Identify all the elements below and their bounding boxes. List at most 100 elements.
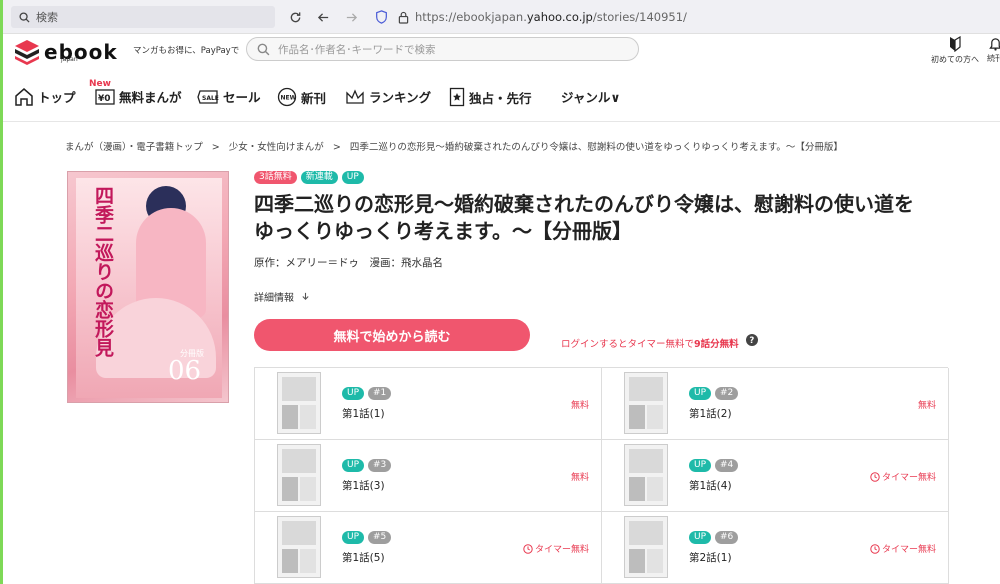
episode-item[interactable]: UP #2 第1話(2) 無料 [602,368,949,440]
site-header: ebook japan マンガもお得に、PayPayで 作品名･作者名･キーワー… [3,34,1000,74]
site-search-input[interactable]: 作品名･作者名･キーワードで検索 [246,37,639,61]
episode-up-badge: UP [342,531,365,544]
episode-tags: UP #4 [689,459,739,472]
episode-number-badge: #6 [715,531,739,544]
episode-thumbnail [624,372,668,434]
episode-up-badge: UP [689,459,712,472]
episode-up-badge: UP [689,387,712,400]
login-timer-note[interactable]: ログインするとタイマー無料で9話分無料 [561,336,739,350]
beginner-label: 初めての方へ [931,55,979,64]
nav-ranking[interactable]: ランキング [345,87,431,106]
episode-price-label: タイマー無料 [881,545,936,555]
episode-price-label: タイマー無料 [881,473,936,483]
login-note-text: ログインするとタイマー無料で [561,339,695,350]
url-domain: yahoo.co.jp [526,10,593,24]
episode-price: 無料 [571,470,589,483]
read-from-start-button[interactable]: 無料で始めから読む [254,319,530,351]
svg-text:NEW: NEW [281,95,297,102]
episode-up-badge: UP [689,531,712,544]
search-icon [257,43,270,55]
detail-info-toggle[interactable]: 詳細情報 [254,289,310,304]
episode-tags: UP #6 [689,531,739,544]
episode-tags: UP #3 [342,459,392,472]
episode-thumbnail [624,516,668,578]
lock-icon[interactable] [395,9,411,25]
reload-icon[interactable] [287,9,303,25]
home-icon [15,88,33,106]
url-bar[interactable]: https://ebookjapan.yahoo.co.jp/stories/1… [415,10,687,24]
back-arrow-icon[interactable] [315,9,331,25]
episode-thumbnail [277,372,321,434]
breadcrumb-category[interactable]: 少女・女性向けまんが [229,142,324,153]
svg-text:¥0: ¥0 [98,94,111,104]
nav-new-releases[interactable]: NEW 新刊 [277,87,326,107]
episode-number-badge: #1 [368,387,392,400]
main-nav: New トップ ¥0 無料まんが SALE セール NEW 新刊 ランキング 独… [3,74,1000,122]
episode-tags: UP #1 [342,387,392,400]
episode-label: 第1話(1) [342,408,385,420]
book-title-line1: 四季二巡りの恋形見～婚約破棄されたのんびり令嬢は、慰謝料の使い道を [254,192,914,216]
episode-price: タイマー無料 [523,542,589,555]
nav-exclusive[interactable]: 独占・先行 [449,87,532,107]
episode-tags: UP #2 [689,387,739,400]
book-title: 四季二巡りの恋形見～婚約破棄されたのんびり令嬢は、慰謝料の使い道を ゆっくりゆっ… [254,191,954,245]
svg-text:SALE: SALE [202,95,219,102]
episode-price-label: 無料 [917,401,936,411]
forward-arrow-icon[interactable] [343,9,359,25]
episode-item[interactable]: UP #1 第1話(1) 無料 [255,368,602,440]
help-icon[interactable]: ? [746,334,758,346]
nav-sale-label: セール [223,90,261,105]
breadcrumb-home[interactable]: まんが（漫画）・電子書籍トップ [65,142,203,153]
episode-label: 第1話(3) [342,480,385,492]
books-logo-icon [15,40,39,65]
badge-row: 3話無料 新連載 UP [254,171,364,184]
episode-number-badge: #3 [368,459,392,472]
logo-subtext: japan [61,56,78,63]
episode-up-badge: UP [342,459,365,472]
bell-icon [988,38,1000,51]
bookmark-star-icon [449,87,465,107]
nav-genre[interactable]: ジャンル∨ [561,87,621,106]
episode-label: 第1話(2) [689,408,732,420]
continue-button[interactable]: 続刊 [987,36,1000,64]
nav-sale[interactable]: SALE セール [197,87,261,106]
episode-thumbnail [277,444,321,506]
episode-item[interactable]: UP #3 第1話(3) 無料 [255,440,602,512]
episode-thumbnail [624,444,668,506]
page: 検索 https://ebookjapan.yahoo.co.jp/storie… [0,0,1000,584]
yen-zero-icon: ¥0 [95,88,115,105]
crown-icon [346,88,364,104]
continue-label: 続刊 [987,54,1000,63]
nav-top[interactable]: トップ [14,87,76,106]
cover-title: 四季二巡りの恋形見 [92,186,114,357]
beginner-guide-button[interactable]: 初めての方へ [931,36,979,65]
timer-icon [870,471,880,482]
nav-free-manga[interactable]: ¥0 無料まんが [95,87,182,106]
free-episodes-badge: 3話無料 [254,171,297,184]
browser-search-box[interactable]: 検索 [11,6,275,28]
episode-item[interactable]: UP #4 第1話(4) タイマー無料 [602,440,949,512]
episode-item[interactable]: UP #6 第2話(1) タイマー無料 [602,512,949,584]
episode-number-badge: #2 [715,387,739,400]
nav-new-releases-label: 新刊 [301,90,327,106]
episode-up-badge: UP [342,387,365,400]
url-path: /stories/140951/ [592,10,687,24]
browser-search-placeholder: 検索 [36,11,58,24]
browser-toolbar: 検索 https://ebookjapan.yahoo.co.jp/storie… [3,0,1000,34]
up-badge: UP [341,171,364,184]
new-series-badge: 新連載 [300,171,338,184]
episode-price: 無料 [571,398,589,411]
nav-free-manga-label: 無料まんが [119,90,182,105]
episode-price: タイマー無料 [870,470,936,483]
chevron-down-icon [302,292,309,300]
logo-text: ebook [44,40,118,64]
shield-icon[interactable] [373,9,389,25]
book-cover[interactable]: 四季二巡りの恋形見 分冊版 06 [67,171,229,403]
episode-item[interactable]: UP #5 第1話(5) タイマー無料 [255,512,602,584]
book-title-line2: ゆっくりゆっくり考えます。～【分冊版】 [254,219,632,243]
breadcrumb: まんが（漫画）・電子書籍トップ > 少女・女性向けまんが > 四季二巡りの恋形見… [65,139,843,153]
site-search-placeholder: 作品名･作者名･キーワードで検索 [278,43,436,56]
episode-label: 第2話(1) [689,552,732,564]
detail-info-label: 詳細情報 [254,293,294,304]
nav-top-label: トップ [38,90,76,105]
